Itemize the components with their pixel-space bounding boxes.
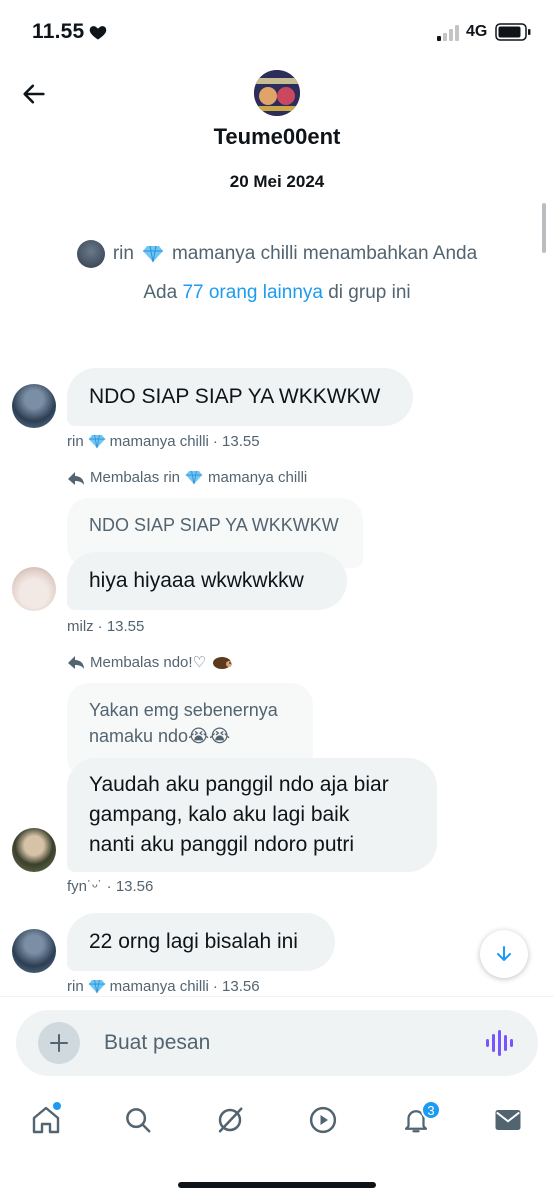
plus-icon	[50, 1034, 68, 1052]
reply-arrow-icon	[68, 656, 84, 669]
grok-icon	[218, 1107, 243, 1133]
add-media-button[interactable]	[38, 1022, 80, 1064]
sender-name-suffix: mamanya chilli	[109, 978, 209, 995]
system-note-added: rin mamanya chilli menambahkan Anda	[0, 240, 554, 268]
tab-search[interactable]	[120, 1102, 156, 1138]
avatar[interactable]	[12, 567, 56, 611]
voice-icon[interactable]	[484, 1028, 514, 1058]
back-arrow-icon	[23, 84, 45, 104]
tab-grok[interactable]	[212, 1102, 248, 1138]
quoted-text-line: Yakan emg sebenernya	[89, 700, 278, 720]
scroll-to-bottom-button[interactable]	[480, 930, 528, 978]
play-icon	[309, 1106, 337, 1134]
battery-icon	[495, 23, 531, 41]
reply-arrow-icon	[68, 471, 84, 485]
hedgehog-icon	[213, 657, 233, 669]
avatar[interactable]	[12, 384, 56, 428]
reply-context: Membalas ndo!♡	[67, 653, 233, 671]
sender-name[interactable]: fyn˙ᵕ˙	[67, 878, 103, 895]
message-time: · 13.55	[212, 433, 260, 450]
message-text: NDO SIAP SIAP YA WKKWKW	[89, 385, 381, 408]
reply-context: Membalas rin mamanya chilli	[67, 469, 307, 486]
divider	[0, 996, 554, 997]
tab-messages[interactable]	[490, 1102, 526, 1138]
status-bar: 11.55 4G	[0, 0, 554, 64]
sender-name[interactable]: rin	[67, 433, 84, 450]
signal-icon	[437, 25, 459, 41]
system-note-text: mamanya chilli menambahkan Anda	[171, 243, 478, 264]
message-time: · 13.56	[212, 978, 260, 995]
bottom-tab-bar: 3	[0, 1090, 554, 1154]
heart-icon	[89, 26, 107, 40]
avatar[interactable]	[12, 929, 56, 973]
arrow-down-icon	[497, 946, 511, 961]
members-link[interactable]: 77 orang lainnya	[182, 282, 323, 303]
message-bubble[interactable]: hiya hiyaaa wkwkwkkw	[67, 552, 347, 610]
notification-badge: 3	[421, 1100, 441, 1120]
message-input[interactable]	[104, 1028, 444, 1058]
search-icon	[126, 1108, 151, 1133]
message-meta: rin mamanya chilli · 13.55	[67, 433, 260, 450]
message-bubble[interactable]: Yaudah aku panggil ndo aja biar gampang,…	[67, 758, 437, 872]
message-time: · 13.55	[97, 618, 145, 635]
group-name[interactable]: Teume00ent	[0, 124, 554, 150]
date-separator: 20 Mei 2024	[229, 172, 325, 191]
reply-target: mamanya chilli	[208, 469, 308, 486]
message-text-line: gampang, kalo aku lagi baik	[89, 803, 350, 826]
home-indicator	[178, 1182, 376, 1188]
sender-name-suffix: mamanya chilli	[109, 433, 209, 450]
quoted-text: NDO SIAP SIAP YA WKKWKW	[89, 515, 339, 535]
sender-name[interactable]: milz	[67, 618, 94, 635]
reply-label: Membalas ndo!♡	[90, 654, 207, 671]
message-text: hiya hiyaaa wkwkwkkw	[89, 569, 304, 592]
message-text: 22 orng lagi bisalah ini	[89, 930, 298, 953]
home-unread-dot	[53, 1102, 61, 1110]
sender-name[interactable]: rin	[67, 978, 84, 995]
message-bubble[interactable]: 22 orng lagi bisalah ini	[67, 913, 335, 971]
avatar[interactable]	[12, 828, 56, 872]
reply-label: Membalas rin	[90, 469, 181, 486]
status-time: 11.55	[32, 20, 85, 43]
gem-icon	[185, 470, 203, 485]
system-note-prefix: Ada	[143, 282, 178, 303]
message-meta: fyn˙ᵕ˙ · 13.56	[67, 878, 153, 895]
gem-icon	[142, 245, 163, 263]
group-avatar[interactable]	[254, 70, 300, 116]
system-note-actor: rin	[112, 243, 134, 264]
message-text-line: Yaudah aku panggil ndo aja biar	[89, 773, 389, 796]
message-meta: rin mamanya chilli · 13.56	[67, 978, 260, 995]
quoted-text-line: namaku ndo😭😭	[89, 726, 231, 746]
avatar	[76, 240, 105, 268]
message-text-line: nanti aku panggil ndoro putri	[89, 833, 355, 856]
tab-video[interactable]	[305, 1102, 341, 1138]
system-note-suffix: di grup ini	[328, 282, 411, 303]
group-avatar-image	[254, 70, 300, 116]
back-button[interactable]	[16, 76, 52, 112]
message-bubble[interactable]: NDO SIAP SIAP YA WKKWKW	[67, 368, 413, 426]
message-composer	[16, 1010, 538, 1076]
gem-icon	[88, 434, 105, 449]
gem-icon	[88, 979, 105, 994]
network-label: 4G	[466, 23, 488, 40]
mail-icon	[495, 1110, 521, 1130]
system-note-members: Ada 77 orang lainnya di grup ini	[0, 282, 554, 304]
message-meta: milz · 13.55	[67, 618, 144, 635]
message-time: · 13.56	[106, 878, 154, 895]
